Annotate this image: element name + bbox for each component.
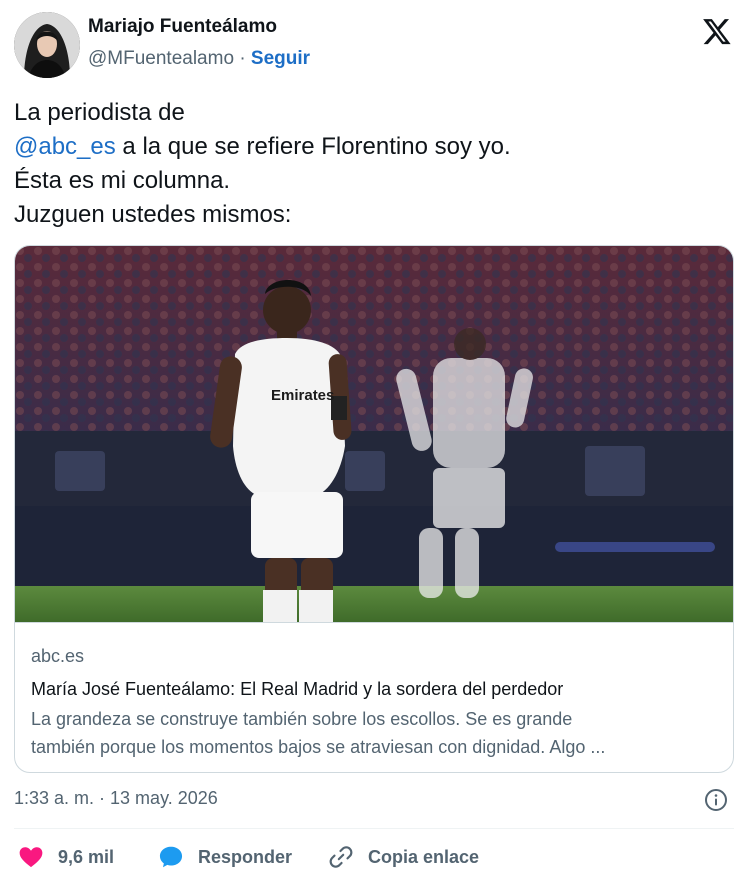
- tweet-line-1: La periodista de: [14, 99, 185, 126]
- tweet-line-2-text: a la que se refiere Florentino soy yo.: [115, 133, 511, 160]
- card-title[interactable]: María José Fuenteálamo: El Real Madrid y…: [31, 675, 719, 703]
- card-domain: abc.es: [31, 646, 85, 666]
- tweet-line-4: Juzguen ustedes mismos:: [14, 201, 292, 228]
- x-logo-icon[interactable]: [702, 16, 732, 46]
- card-image: Emirates: [15, 246, 733, 622]
- tweet-header: Mariajo Fuenteálamo @MFuentealamo · Segu…: [14, 12, 736, 78]
- avatar[interactable]: [14, 12, 80, 78]
- reply-label: Responder: [198, 846, 293, 867]
- reply-button[interactable]: Responder: [158, 842, 292, 872]
- divider: [14, 828, 734, 829]
- handle-separator: ·: [239, 48, 246, 69]
- follow-button[interactable]: Seguir: [251, 48, 310, 69]
- author-name[interactable]: Mariajo Fuenteálamo: [88, 16, 277, 38]
- like-count: 9,6 mil: [58, 846, 115, 867]
- tweet-line-3: Ésta es mi columna.: [14, 167, 231, 194]
- copy-link-button[interactable]: Copia enlace: [328, 842, 479, 872]
- tweet-text: La periodista de @abc_es a la que se ref…: [14, 96, 734, 232]
- card-description: La grandeza se construye también sobre l…: [31, 705, 719, 761]
- info-icon[interactable]: [704, 788, 728, 812]
- tweet-timestamp[interactable]: 1:33 a. m. · 13 may. 2026: [14, 788, 218, 809]
- speech-bubble-icon: [159, 846, 183, 868]
- copy-link-label: Copia enlace: [368, 846, 480, 867]
- card-desc-line-2: también porque los momentos bajos se atr…: [31, 737, 606, 757]
- avatar-image: [14, 12, 80, 78]
- card-body: abc.es María José Fuenteálamo: El Real M…: [15, 622, 733, 772]
- link-preview-card[interactable]: Emirates abc.es María José Fuenteálamo: …: [14, 245, 734, 773]
- jersey-sponsor-text: Emirates: [271, 387, 334, 404]
- like-button[interactable]: 9,6 mil: [18, 842, 114, 872]
- heart-icon: [19, 847, 43, 868]
- card-desc-line-1: La grandeza se construye también sobre l…: [31, 709, 573, 729]
- author-handle[interactable]: @MFuentealamo: [88, 48, 234, 69]
- link-icon: [329, 846, 353, 868]
- author-handle-row: @MFuentealamo · Seguir: [88, 48, 310, 70]
- tweet-actions: 9,6 mil Responder Copia enlace: [14, 842, 734, 872]
- mention-link[interactable]: @abc_es: [14, 133, 116, 160]
- tweet-line-2: @abc_es a la que se refiere Florentino s…: [14, 130, 734, 164]
